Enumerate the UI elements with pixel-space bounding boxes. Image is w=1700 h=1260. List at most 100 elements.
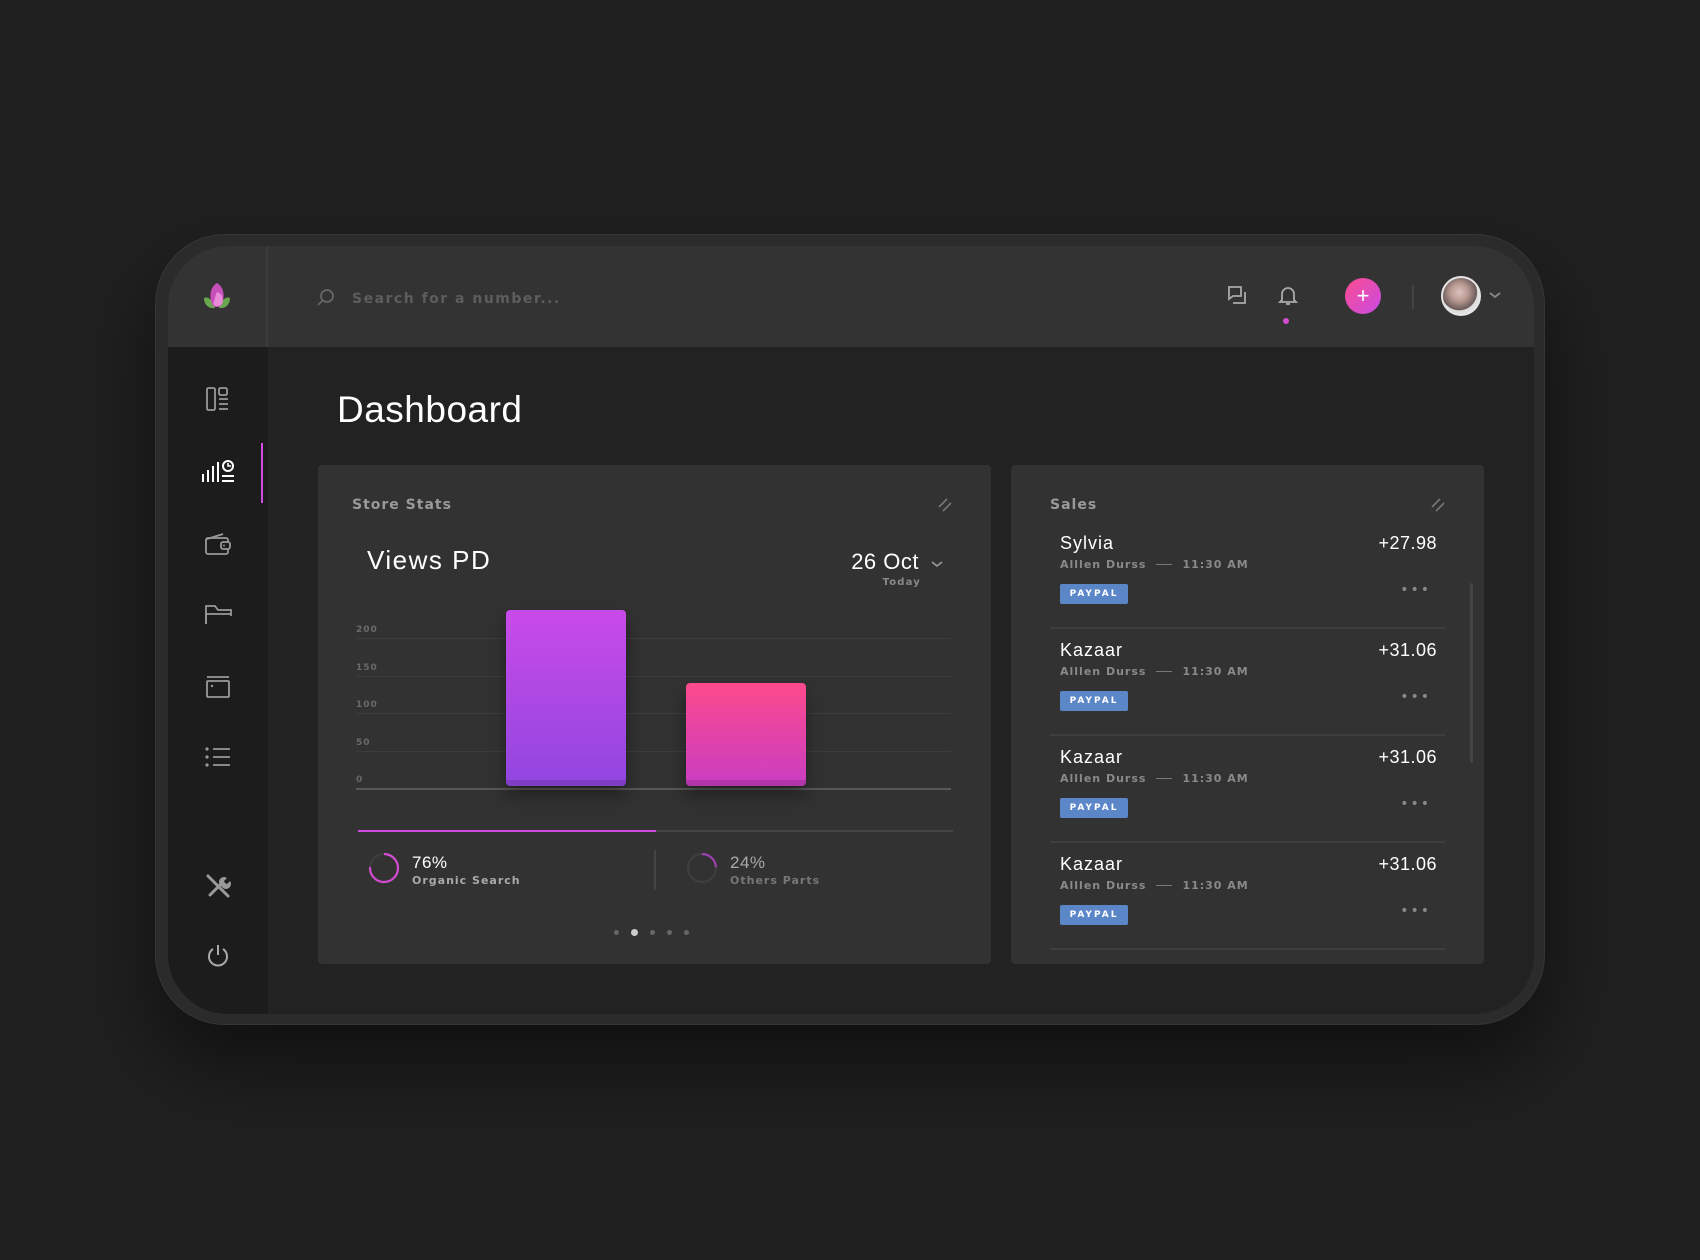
sidebar-item-layout[interactable]	[196, 379, 240, 419]
app-screen: + Dashboard Store Stats Views PD 26 Oct	[168, 246, 1534, 1014]
chevron-down-icon[interactable]	[1489, 290, 1501, 300]
messages-icon[interactable]	[1225, 283, 1249, 307]
sale-name: Kazaar	[1060, 747, 1124, 767]
pagination-dots	[614, 929, 689, 936]
bar-others-parts[interactable]	[686, 682, 806, 786]
page-title: Dashboard	[337, 389, 523, 430]
stat-value: 24%	[730, 853, 766, 872]
sale-meta: Alllen Durss 11:30 AM	[1060, 558, 1249, 571]
search-icon	[317, 289, 334, 306]
sale-time: 11:30 AM	[1182, 665, 1249, 678]
gridline	[356, 638, 951, 639]
search-input[interactable]	[352, 284, 982, 314]
payment-badge: PAYPAL	[1060, 905, 1128, 925]
pagination-dot[interactable]	[631, 929, 638, 936]
pagination-dot[interactable]	[667, 930, 672, 935]
progress-track	[358, 830, 953, 832]
top-bar: +	[168, 246, 1534, 366]
pagination-dot[interactable]	[614, 930, 619, 935]
sale-customer: Alllen Durss	[1060, 558, 1147, 571]
stat-label: Organic Search	[412, 874, 521, 887]
y-tick-label: 150	[356, 662, 378, 673]
y-tick-label: 50	[356, 737, 371, 748]
sale-time: 11:30 AM	[1182, 772, 1249, 785]
sale-time: 11:30 AM	[1182, 879, 1249, 892]
store-stats-card: Store Stats Views PD 26 Oct Today 0 50 100…	[318, 465, 991, 964]
sale-customer: Alllen Durss	[1060, 665, 1147, 678]
list-icon	[205, 747, 230, 767]
y-tick-label: 0	[356, 775, 364, 785]
sale-time: 11:30 AM	[1182, 558, 1249, 571]
active-indicator	[261, 443, 263, 503]
stat-divider	[654, 850, 656, 890]
x-axis-line	[356, 788, 951, 790]
progress-ring-icon	[368, 852, 400, 884]
sale-meta: Alllen Durss 11:30 AM	[1060, 879, 1249, 892]
browser-window-icon	[206, 676, 230, 698]
sidebar-item-analytics[interactable]	[196, 451, 240, 491]
header-divider	[1412, 285, 1414, 309]
more-options-icon[interactable]: •••	[1400, 690, 1431, 704]
more-options-icon[interactable]: •••	[1400, 904, 1431, 918]
main-content: Dashboard Store Stats Views PD 26 Oct To…	[268, 347, 1534, 1014]
sidebar-item-list[interactable]	[196, 737, 240, 777]
sale-amount: +31.06	[1378, 747, 1437, 767]
payment-badge: PAYPAL	[1060, 691, 1128, 711]
power-icon	[208, 945, 228, 967]
sales-card: Sales Sylvia +27.98 Alllen Durss 11:30 AM PA…	[1011, 465, 1484, 964]
sale-name: Kazaar	[1060, 854, 1124, 874]
sale-name: Kazaar	[1060, 640, 1124, 660]
add-button[interactable]: +	[1345, 278, 1381, 314]
folder-icon	[205, 605, 232, 624]
chevron-down-icon[interactable]	[931, 559, 943, 569]
progress-fill	[358, 830, 656, 832]
more-options-icon[interactable]: •••	[1400, 583, 1431, 597]
sidebar-item-tools[interactable]	[196, 866, 240, 906]
bell-icon[interactable]	[1276, 283, 1300, 307]
date-selector[interactable]: 26 Oct	[851, 549, 919, 575]
sidebar	[168, 347, 268, 1014]
payment-badge: PAYPAL	[1060, 584, 1128, 604]
sale-amount: +31.06	[1378, 854, 1437, 874]
avatar[interactable]	[1441, 276, 1481, 316]
gridline	[356, 750, 951, 752]
sale-customer: Alllen Durss	[1060, 879, 1147, 892]
dash-separator	[1156, 778, 1173, 779]
notification-dot	[1283, 318, 1289, 324]
sale-customer: Alllen Durss	[1060, 772, 1147, 785]
device-frame: + Dashboard Store Stats Views PD 26 Oct	[155, 234, 1545, 1025]
sale-amount: +27.98	[1378, 533, 1437, 553]
sale-item[interactable]: Kazaar +31.06 Alllen Durss 11:30 AM PAYPAL ••…	[1050, 628, 1445, 736]
views-bar-chart: 0 50 100 150 200	[356, 590, 951, 795]
sidebar-item-wallet[interactable]	[196, 523, 240, 563]
date-subtitle: Today	[882, 577, 921, 588]
sidebar-item-power[interactable]	[196, 936, 240, 976]
resize-icon[interactable]	[1430, 497, 1446, 513]
sale-item[interactable]: Kazaar +31.06 Alllen Durss 11:30 AM PAYPAL ••…	[1050, 842, 1445, 950]
sale-item[interactable]: Kazaar +31.06 Alllen Durss 11:30 AM PAYPAL ••…	[1050, 735, 1445, 843]
scrollbar[interactable]	[1470, 583, 1473, 763]
metric-title: Views PD	[367, 545, 492, 575]
sidebar-item-folder[interactable]	[196, 595, 240, 635]
sidebar-item-window[interactable]	[196, 667, 240, 707]
resize-icon[interactable]	[937, 497, 953, 513]
tools-icon	[206, 874, 231, 898]
stat-label: Others Parts	[730, 874, 821, 887]
search-bar	[316, 282, 1002, 366]
gridline	[356, 675, 951, 677]
sale-name: Sylvia	[1060, 533, 1115, 553]
card-title: Sales	[1050, 497, 1098, 513]
sale-meta: Alllen Durss 11:30 AM	[1060, 665, 1249, 678]
stat-value: 76%	[412, 853, 448, 872]
progress-ring-icon	[686, 852, 718, 884]
pagination-dot[interactable]	[684, 930, 689, 935]
card-title: Store Stats	[352, 497, 452, 513]
layout-icon	[206, 387, 228, 411]
sale-item[interactable]: Sylvia +27.98 Alllen Durss 11:30 AM PAYPAL ••…	[1050, 521, 1445, 629]
more-options-icon[interactable]: •••	[1400, 797, 1431, 811]
lotus-bud-logo[interactable]	[200, 280, 234, 314]
y-tick-label: 200	[356, 625, 378, 635]
pagination-dot[interactable]	[650, 930, 655, 935]
logo-cell	[168, 246, 268, 347]
bar-organic-search[interactable]	[506, 609, 626, 787]
